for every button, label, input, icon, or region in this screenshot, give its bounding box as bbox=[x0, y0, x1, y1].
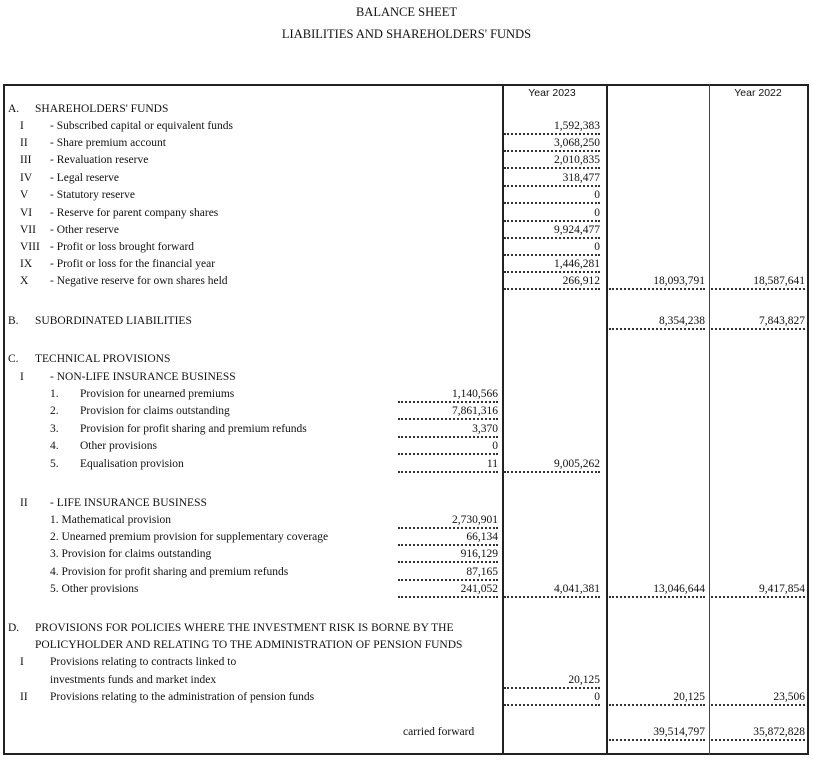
item-number: VII bbox=[20, 224, 36, 236]
item-label: - Legal reserve bbox=[50, 172, 119, 184]
nonlife-number: I bbox=[20, 371, 24, 383]
item-number: IV bbox=[20, 172, 33, 184]
item-label: 5. Other provisions bbox=[50, 583, 139, 595]
item-value: 0 bbox=[504, 188, 600, 204]
column-header-2022: Year 2022 bbox=[734, 87, 782, 99]
item-number: 2. bbox=[50, 405, 59, 417]
item-value: 9,924,477 bbox=[504, 223, 600, 239]
item-number: I bbox=[20, 656, 24, 668]
item-number: II bbox=[20, 691, 28, 703]
item-label: - Statutory reserve bbox=[50, 189, 135, 201]
item-number: X bbox=[20, 275, 29, 287]
item-number: II bbox=[20, 137, 28, 149]
item-value: 2,010,835 bbox=[504, 153, 600, 169]
item-label: 4. Provision for profit sharing and prem… bbox=[50, 566, 289, 578]
section-a-heading: SHAREHOLDERS' FUNDS bbox=[35, 103, 169, 115]
section-d-total-2023: 20,125 bbox=[609, 690, 705, 706]
column-header-2023: Year 2023 bbox=[528, 87, 576, 99]
item-label: - Share premium account bbox=[50, 137, 166, 149]
item-value: 0 bbox=[504, 690, 600, 706]
item-value: 1,592,383 bbox=[504, 119, 600, 135]
section-d-heading-line1: PROVISIONS FOR POLICIES WHERE THE INVEST… bbox=[35, 622, 454, 634]
section-d-heading-line2: POLICYHOLDER AND RELATING TO THE ADMINIS… bbox=[35, 639, 463, 651]
section-c-heading: TECHNICAL PROVISIONS bbox=[35, 353, 171, 365]
item-value: 66,134 bbox=[398, 530, 498, 546]
item-value: 20,125 bbox=[504, 673, 600, 689]
item-label: - Subscribed capital or equivalent funds bbox=[50, 120, 233, 132]
carried-forward-label: carried forward bbox=[403, 726, 475, 738]
section-b-total-2022: 7,843,827 bbox=[711, 314, 805, 330]
section-c-letter: C. bbox=[8, 353, 19, 365]
item-label: 3. Provision for claims outstanding bbox=[50, 548, 212, 560]
item-label: Provision for unearned premiums bbox=[80, 388, 235, 400]
item-value: 3,068,250 bbox=[504, 136, 600, 152]
item-value: 87,165 bbox=[398, 565, 498, 581]
carried-forward-2022: 35,872,828 bbox=[711, 725, 805, 741]
carried-forward-2023: 39,514,797 bbox=[609, 725, 705, 741]
item-value: 241,052 bbox=[398, 582, 498, 598]
section-a-letter: A. bbox=[8, 103, 20, 115]
item-number: 1. bbox=[50, 388, 59, 400]
item-label: Provisions relating to contracts linked … bbox=[50, 656, 237, 668]
item-label: - Revaluation reserve bbox=[50, 154, 149, 166]
section-a-total-2023: 18,093,791 bbox=[609, 274, 705, 290]
column-divider bbox=[606, 84, 608, 755]
item-value: 1,140,566 bbox=[398, 387, 498, 403]
item-value: 7,861,316 bbox=[398, 404, 498, 420]
item-label: Provisions relating to the administratio… bbox=[50, 691, 315, 703]
item-value: 0 bbox=[504, 240, 600, 256]
document-title: BALANCE SHEET bbox=[355, 5, 458, 19]
life-subtotal: 4,041,381 bbox=[504, 582, 600, 598]
item-label: - Profit or loss for the financial year bbox=[50, 258, 216, 270]
item-label: 1. Mathematical provision bbox=[50, 514, 172, 526]
item-number: VI bbox=[20, 207, 33, 219]
item-number: 3. bbox=[50, 423, 59, 435]
item-value: 916,129 bbox=[398, 547, 498, 563]
section-c-total-2022: 9,417,854 bbox=[711, 582, 805, 598]
item-label: Provision for profit sharing and premium… bbox=[80, 423, 307, 435]
item-label: Provision for claims outstanding bbox=[80, 405, 230, 417]
nonlife-subtotal: 9,005,262 bbox=[504, 457, 600, 473]
section-b-total-2023: 8,354,238 bbox=[609, 314, 705, 330]
section-c-total-2023: 13,046,644 bbox=[609, 582, 705, 598]
document-subtitle: LIABILITIES AND SHAREHOLDERS' FUNDS bbox=[281, 27, 532, 41]
item-label: - Profit or loss brought forward bbox=[50, 241, 195, 253]
life-number: II bbox=[20, 497, 28, 509]
item-value: 3,370 bbox=[398, 422, 498, 438]
section-d-letter: D. bbox=[8, 622, 20, 634]
item-number: 5. bbox=[50, 458, 59, 470]
section-b-letter: B. bbox=[8, 315, 19, 327]
column-divider bbox=[709, 84, 710, 755]
item-label: 2. Unearned premium provision for supple… bbox=[50, 531, 329, 543]
life-heading: - LIFE INSURANCE BUSINESS bbox=[50, 497, 207, 509]
item-value: 1,446,281 bbox=[504, 257, 600, 273]
item-label: - Negative reserve for own shares held bbox=[50, 275, 228, 287]
item-value: 266,912 bbox=[504, 274, 600, 290]
item-value: 2,730,901 bbox=[398, 513, 498, 529]
item-label: Equalisation provision bbox=[80, 458, 184, 470]
item-number: V bbox=[20, 189, 29, 201]
item-label: - Other reserve bbox=[50, 224, 119, 236]
item-label: Other provisions bbox=[80, 440, 157, 452]
item-label-continued: investments funds and market index bbox=[50, 674, 217, 686]
item-value: 318,477 bbox=[504, 171, 600, 187]
item-label: - Reserve for parent company shares bbox=[50, 207, 219, 219]
item-value: 0 bbox=[398, 439, 498, 455]
item-number: III bbox=[20, 154, 32, 166]
item-value: 11 bbox=[398, 457, 498, 473]
nonlife-heading: - NON-LIFE INSURANCE BUSINESS bbox=[50, 371, 236, 383]
item-number: I bbox=[20, 120, 24, 132]
section-a-total-2022: 18,587,641 bbox=[711, 274, 805, 290]
section-d-total-2022: 23,506 bbox=[711, 690, 805, 706]
section-b-heading: SUBORDINATED LIABILITIES bbox=[35, 315, 192, 327]
item-value: 0 bbox=[504, 206, 600, 222]
item-number: IX bbox=[20, 258, 33, 270]
item-number: 4. bbox=[50, 440, 59, 452]
item-number: VIII bbox=[20, 241, 40, 253]
